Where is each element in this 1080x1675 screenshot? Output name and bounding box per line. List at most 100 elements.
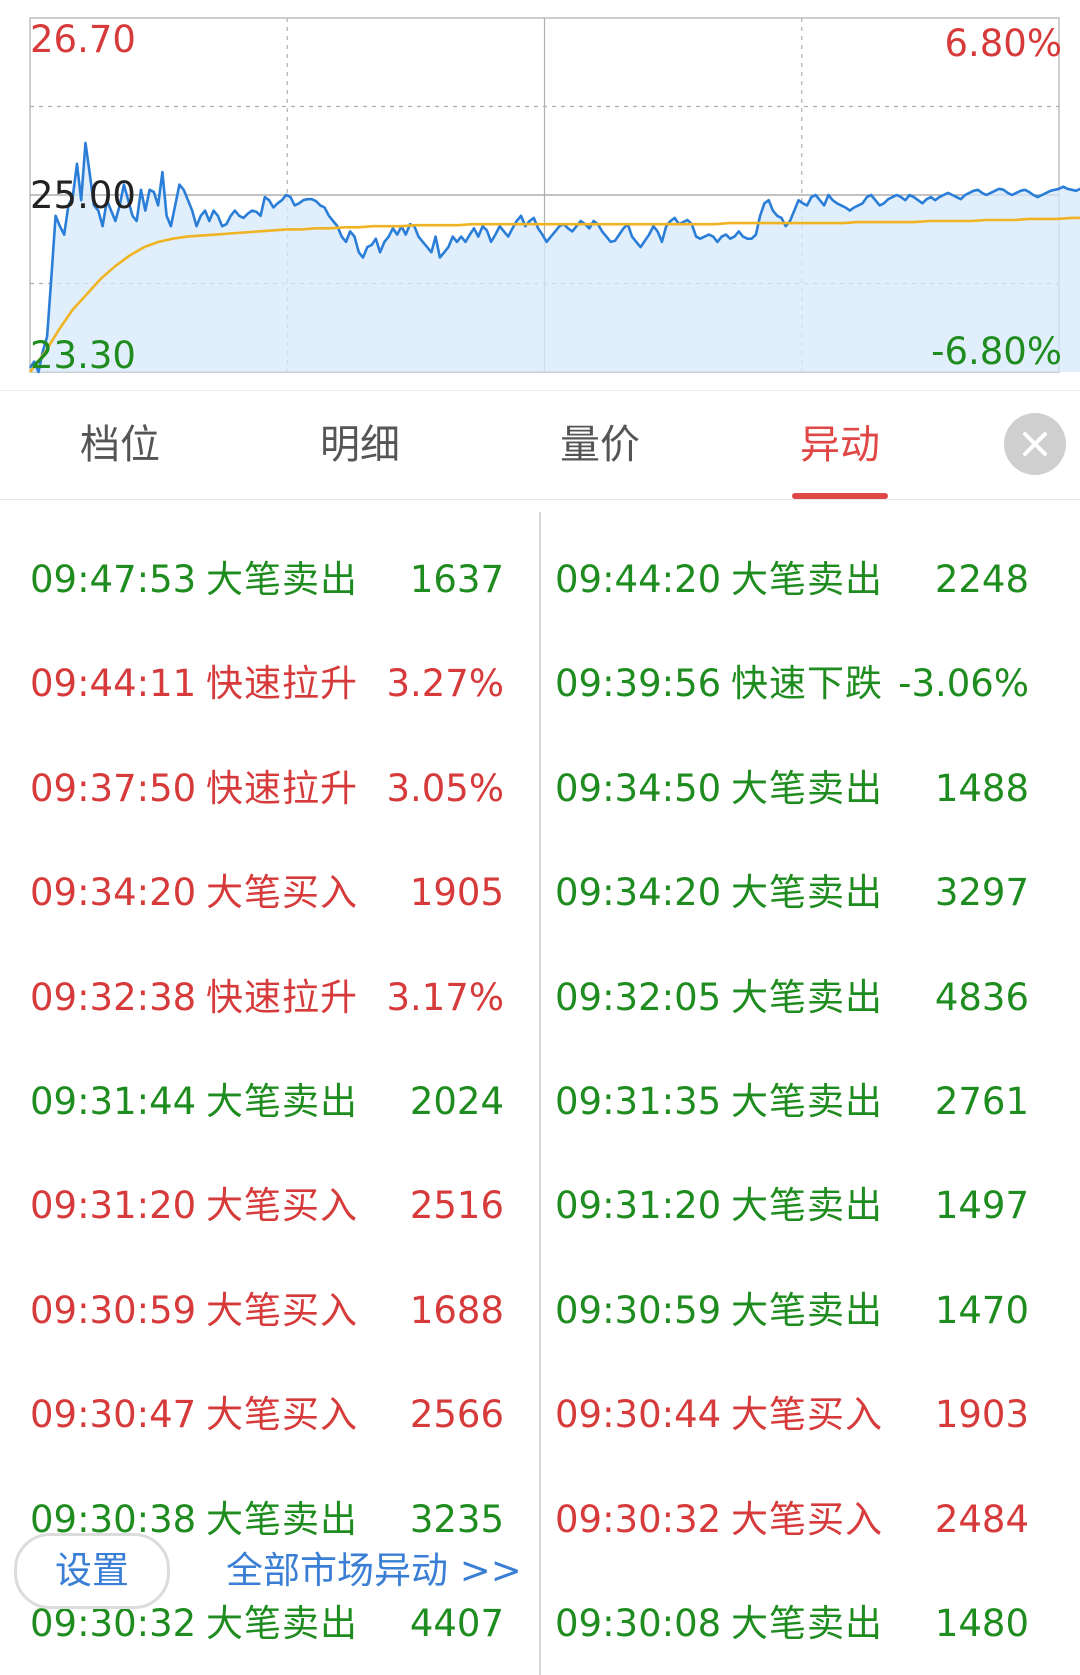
event-value: 1905 — [409, 871, 504, 915]
event-value: 2484 — [934, 1497, 1029, 1541]
event-value: 1470 — [934, 1288, 1029, 1332]
close-icon — [1023, 432, 1047, 456]
y-axis-max-label: 26.70 — [30, 18, 136, 61]
event-time: 09:30:32 — [555, 1497, 722, 1541]
event-time: 09:44:20 — [555, 558, 722, 601]
event-value: 1637 — [409, 558, 504, 601]
all-market-events-link[interactable]: 全部市场异动 >> — [226, 1533, 522, 1609]
event-type: 大笔卖出 — [206, 558, 358, 601]
tab-liangjia[interactable]: 量价 — [500, 391, 700, 499]
event-row: 09:34:50 大笔卖出 1488 — [555, 759, 1029, 819]
event-row: 09:44:20 大笔卖出 2248 — [555, 550, 1029, 610]
event-row: 09:34:20 大笔卖出 3297 — [555, 863, 1029, 923]
intraday-chart: 26.70 25.00 23.30 6.80% -6.80% — [0, 0, 1080, 390]
y-axis-right-max-label: 6.80% — [944, 22, 1062, 65]
event-time: 09:30:59 — [555, 1288, 722, 1332]
event-type: 大笔买入 — [206, 1393, 358, 1437]
chart-svg: 26.70 25.00 23.30 6.80% -6.80% — [28, 17, 1080, 377]
event-row: 09:37:50 快速拉升 3.05% — [30, 759, 504, 819]
event-value: 3.27% — [386, 662, 504, 706]
tab-yidong[interactable]: 异动 — [740, 391, 940, 499]
event-value: 2516 — [409, 1184, 504, 1228]
event-type: 大笔卖出 — [731, 1184, 883, 1228]
event-value: 2761 — [934, 1080, 1029, 1123]
event-row: 09:31:20 大笔卖出 1497 — [555, 1176, 1029, 1236]
tab-label: 档位 — [80, 422, 160, 468]
event-row: 09:31:20 大笔买入 2516 — [30, 1176, 504, 1236]
close-button[interactable] — [1004, 413, 1066, 475]
event-time: 09:31:44 — [30, 1080, 197, 1123]
event-row: 09:30:59 大笔卖出 1470 — [555, 1281, 1029, 1341]
event-type: 大笔卖出 — [731, 975, 883, 1019]
event-value: -3.06% — [898, 662, 1029, 706]
event-time: 09:37:50 — [30, 766, 197, 810]
event-time: 09:30:59 — [30, 1288, 197, 1332]
event-time: 09:30:08 — [555, 1602, 722, 1645]
event-value: 2566 — [409, 1393, 504, 1437]
event-time: 09:44:11 — [30, 662, 197, 706]
event-type: 大笔买入 — [206, 871, 358, 915]
event-value: 1688 — [409, 1288, 504, 1332]
event-value: 3.17% — [386, 975, 504, 1019]
event-type: 快速下跌 — [731, 662, 883, 706]
event-value: 1480 — [934, 1602, 1029, 1645]
event-row: 09:44:11 快速拉升 3.27% — [30, 654, 504, 714]
event-time: 09:30:44 — [555, 1393, 722, 1437]
event-value: 2248 — [934, 558, 1029, 601]
tab-bar: 档位 明细 量价 异动 — [0, 390, 1080, 500]
event-type: 大笔买入 — [206, 1184, 358, 1228]
y-axis-right-min-label: -6.80% — [931, 330, 1062, 373]
event-type: 大笔买入 — [731, 1497, 883, 1541]
tab-label: 异动 — [800, 422, 880, 468]
event-row: 09:30:44 大笔买入 1903 — [555, 1385, 1029, 1445]
column-divider — [539, 512, 541, 1675]
event-row: 09:30:59 大笔买入 1688 — [30, 1281, 504, 1341]
event-type: 大笔卖出 — [731, 1288, 883, 1332]
event-time: 09:34:20 — [555, 871, 722, 915]
tab-label: 量价 — [560, 422, 640, 468]
event-type: 快速拉升 — [206, 975, 358, 1019]
event-row: 09:39:56 快速下跌 -3.06% — [555, 654, 1029, 714]
event-row: 09:30:32 大笔买入 2484 — [555, 1490, 1029, 1550]
event-time: 09:34:50 — [555, 766, 722, 810]
event-time: 09:31:35 — [555, 1080, 722, 1123]
event-time: 09:47:53 — [30, 558, 197, 601]
event-row: 09:31:44 大笔卖出 2024 — [30, 1072, 504, 1132]
event-row: 09:32:38 快速拉升 3.17% — [30, 968, 504, 1028]
event-type: 大笔卖出 — [731, 1602, 883, 1645]
event-row: 09:47:53 大笔卖出 1637 — [30, 550, 504, 610]
event-row: 09:32:05 大笔卖出 4836 — [555, 968, 1029, 1028]
event-time: 09:31:20 — [555, 1184, 722, 1228]
event-value: 2024 — [409, 1080, 504, 1123]
event-time: 09:32:38 — [30, 975, 197, 1019]
tab-dangwei[interactable]: 档位 — [20, 391, 220, 499]
tab-label: 明细 — [320, 422, 400, 468]
event-value: 1903 — [934, 1393, 1029, 1437]
event-time: 09:30:47 — [30, 1393, 197, 1437]
settings-button[interactable]: 设置 — [14, 1533, 170, 1609]
event-type: 大笔买入 — [731, 1393, 883, 1437]
y-axis-min-label: 23.30 — [30, 334, 136, 377]
event-row: 09:30:08 大笔卖出 1480 — [555, 1594, 1029, 1654]
event-row: 09:34:20 大笔买入 1905 — [30, 863, 504, 923]
event-value: 1488 — [934, 766, 1029, 810]
event-type: 大笔卖出 — [731, 1080, 883, 1123]
event-type: 大笔卖出 — [731, 558, 883, 601]
event-value: 1497 — [934, 1184, 1029, 1228]
event-time: 09:32:05 — [555, 975, 722, 1019]
y-axis-mid-label: 25.00 — [30, 174, 136, 217]
event-type: 大笔卖出 — [731, 766, 883, 810]
event-value: 3297 — [934, 871, 1029, 915]
event-type: 大笔卖出 — [731, 871, 883, 915]
price-area-fill — [30, 142, 1080, 372]
event-value: 4836 — [934, 975, 1029, 1019]
event-type: 快速拉升 — [206, 766, 358, 810]
event-type: 大笔卖出 — [206, 1080, 358, 1123]
active-tab-indicator — [792, 493, 888, 499]
event-time: 09:31:20 — [30, 1184, 197, 1228]
event-value: 3.05% — [386, 766, 504, 810]
events-list: 09:47:53 大笔卖出 1637 09:44:11 快速拉升 3.27% 09:37:5… — [0, 512, 1080, 1675]
event-time: 09:34:20 — [30, 871, 197, 915]
event-type: 快速拉升 — [206, 662, 358, 706]
tab-mingxi[interactable]: 明细 — [260, 391, 460, 499]
